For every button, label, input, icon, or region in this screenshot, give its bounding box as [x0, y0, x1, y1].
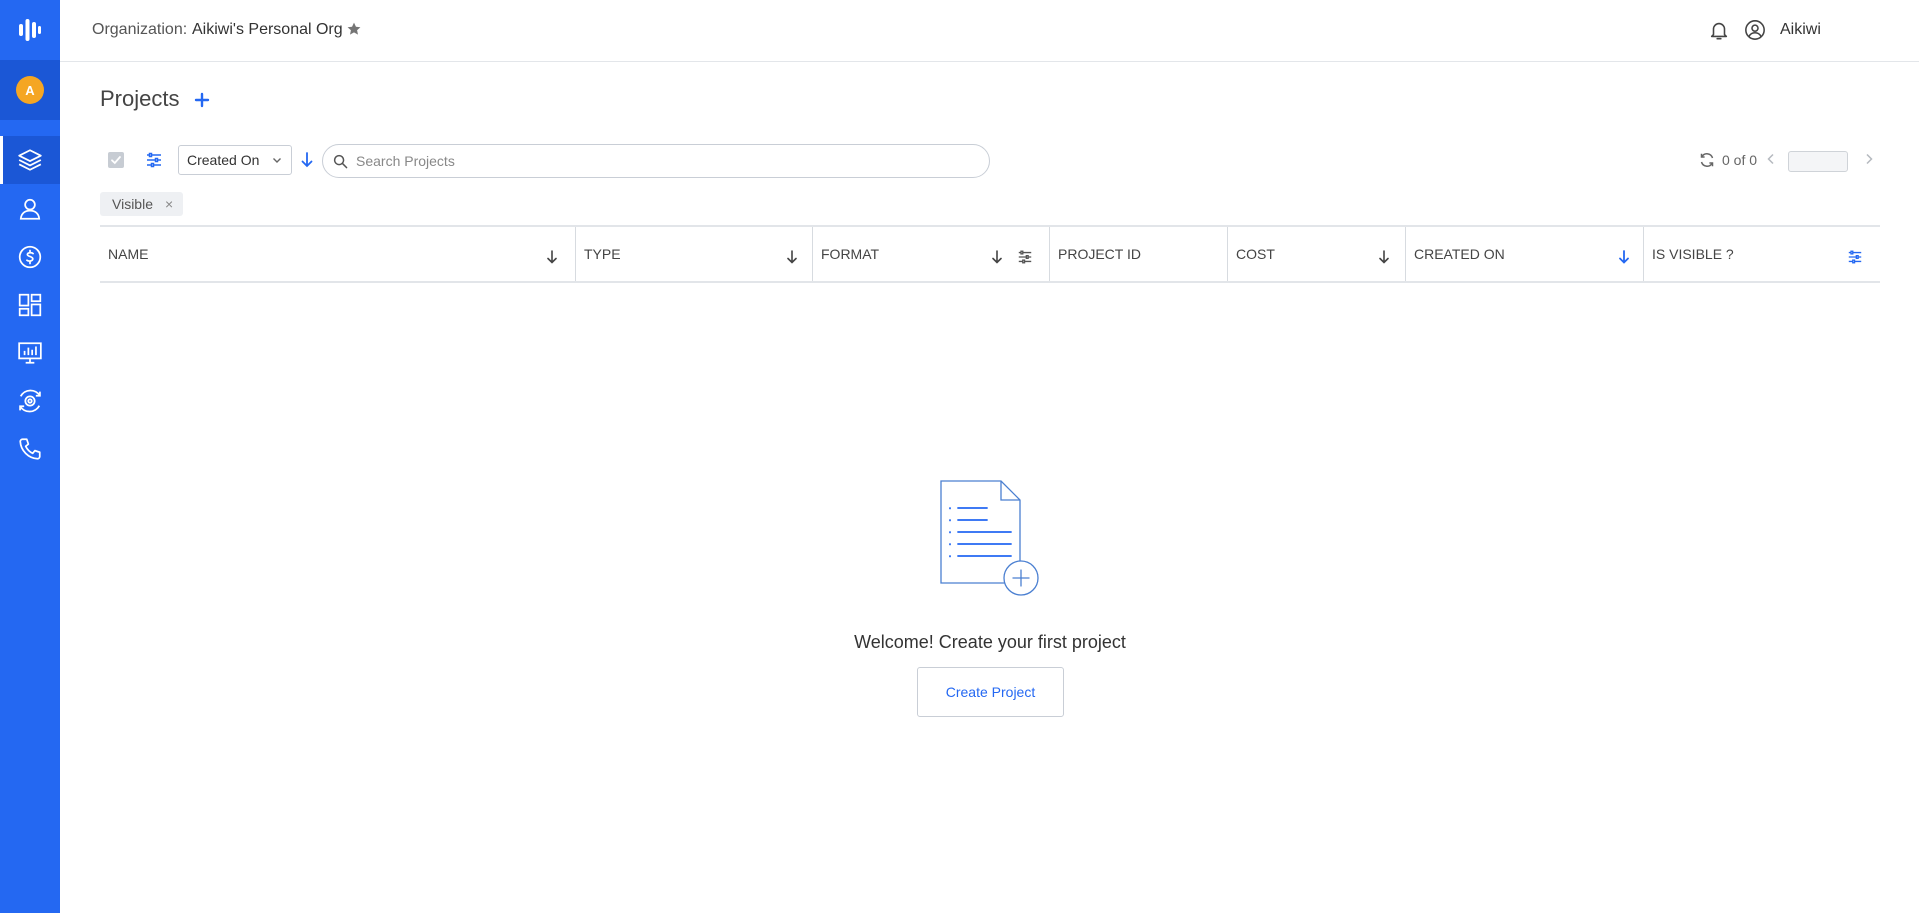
column-label: FORMAT: [821, 246, 880, 262]
sort-field-select[interactable]: Created On: [178, 145, 292, 175]
column-header-cost[interactable]: COST: [1227, 227, 1405, 281]
sort-arrow-icon[interactable]: [786, 249, 798, 265]
layers-icon: [18, 149, 42, 171]
column-header-created-on[interactable]: CREATED ON: [1405, 227, 1643, 281]
sidebar-item-dashboard[interactable]: [0, 281, 60, 329]
column-label: COST: [1236, 246, 1275, 262]
column-settings-icon[interactable]: [145, 151, 163, 174]
filter-chip-visible: Visible ×: [100, 192, 184, 216]
chevron-left-icon: [1767, 153, 1774, 165]
sort-arrow-icon[interactable]: [1378, 249, 1390, 265]
empty-state-message: Welcome! Create your first project: [854, 632, 1126, 652]
user-icon: [19, 198, 41, 220]
check-icon: [111, 156, 121, 165]
prev-page-button[interactable]: [1764, 152, 1778, 171]
arrow-down-icon: [301, 152, 313, 168]
sort-arrow-icon[interactable]: [1618, 249, 1630, 265]
sort-arrow-icon[interactable]: [546, 249, 558, 265]
column-label: NAME: [108, 246, 149, 262]
user-name[interactable]: Aikiwi: [1780, 21, 1821, 39]
user-profile-icon[interactable]: [1744, 19, 1766, 46]
monitor-chart-icon: [18, 342, 42, 364]
sort-arrow-icon[interactable]: [991, 249, 1003, 265]
close-icon[interactable]: ×: [165, 196, 173, 212]
page-title: Projects: [100, 86, 180, 111]
sidebar-item-support[interactable]: [0, 425, 60, 473]
column-header-name[interactable]: NAME: [100, 227, 575, 281]
sidebar-item-monitor[interactable]: [0, 329, 60, 377]
create-project-button[interactable]: Create Project: [917, 667, 1064, 717]
sort-direction-button[interactable]: [300, 151, 314, 174]
column-label: CREATED ON: [1414, 246, 1505, 262]
sidebar-item-settings[interactable]: [0, 377, 60, 425]
next-page-button[interactable]: [1862, 152, 1876, 171]
plus-icon: [194, 92, 210, 108]
top-header: Organization: Aikiwi's Personal Org Aiki…: [60, 0, 1919, 62]
app-window: A Organization: Aikiwi's Personal Org Ai…: [0, 0, 1919, 913]
billing-icon: [18, 245, 42, 269]
page-number-input[interactable]: [1788, 151, 1848, 172]
chevron-right-icon: [1866, 153, 1873, 165]
sort-field-value: Created On: [187, 152, 260, 168]
sidebar-item-billing[interactable]: [0, 233, 60, 281]
dashboard-icon: [18, 293, 42, 317]
column-header-is-visible[interactable]: IS VISIBLE ?: [1643, 227, 1880, 281]
logo-icon: [19, 19, 41, 41]
settings-icon: [19, 389, 41, 413]
search-input[interactable]: [356, 153, 956, 169]
column-filter-icon[interactable]: [1017, 249, 1033, 265]
bell-icon[interactable]: [1708, 19, 1730, 46]
pagination-count: 0 of 0: [1722, 152, 1758, 168]
sidebar: A: [0, 0, 60, 913]
org-avatar-area[interactable]: A: [0, 60, 60, 120]
search-icon: [333, 154, 348, 168]
filter-chip-label: Visible: [112, 196, 153, 212]
table-header: NAME TYPE FORMAT PROJECT ID COST CREATED…: [100, 225, 1880, 283]
chevron-down-icon: [273, 158, 281, 163]
document-add-icon: [940, 480, 1039, 596]
favorite-star-icon[interactable]: [346, 21, 362, 42]
select-all-checkbox[interactable]: [108, 152, 124, 168]
column-header-type[interactable]: TYPE: [575, 227, 812, 281]
column-header-format[interactable]: FORMAT: [812, 227, 1049, 281]
org-name[interactable]: Aikiwi's Personal Org: [192, 21, 343, 39]
column-label: PROJECT ID: [1058, 246, 1141, 262]
sidebar-item-users[interactable]: [0, 185, 60, 233]
sidebar-item-projects[interactable]: [0, 136, 60, 184]
column-label: TYPE: [584, 246, 621, 262]
app-logo[interactable]: [0, 0, 60, 60]
add-project-button[interactable]: [190, 88, 214, 112]
column-header-project-id[interactable]: PROJECT ID: [1049, 227, 1227, 281]
search-box: [322, 144, 990, 178]
avatar: A: [16, 76, 44, 104]
column-filter-icon[interactable]: [1847, 249, 1863, 265]
refresh-icon[interactable]: [1699, 152, 1715, 173]
org-label: Organization:: [92, 21, 188, 38]
phone-icon: [19, 438, 41, 460]
column-label: IS VISIBLE ?: [1652, 246, 1734, 262]
